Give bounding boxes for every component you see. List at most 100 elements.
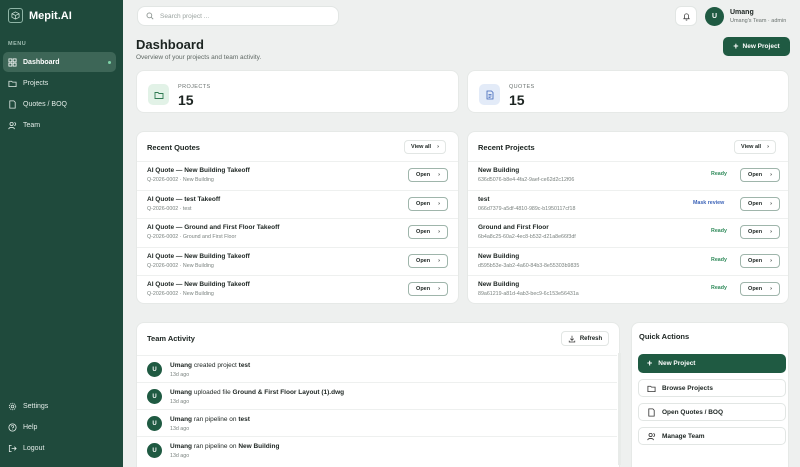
- open-label: Open: [416, 257, 431, 264]
- view-all-quotes-button[interactable]: View all ›: [404, 140, 446, 154]
- quick-open-quotes-button[interactable]: Open Quotes / BOQ: [638, 403, 786, 421]
- search-bar[interactable]: [137, 6, 339, 26]
- quotes-stat-card[interactable]: QUOTES 15: [467, 70, 789, 113]
- activity-time: 13d ago: [170, 372, 190, 378]
- activity-text: Umang uploaded file Ground & First Floor…: [170, 389, 345, 396]
- panel-title: Quick Actions: [639, 332, 690, 341]
- view-all-projects-button[interactable]: View all ›: [734, 140, 776, 154]
- quote-row[interactable]: AI Quote — test Takeoff Q-2026-0002 · te…: [137, 189, 458, 219]
- activity-item: U Umang uploaded file Ground & First Flo…: [137, 382, 617, 408]
- activity-scrollbar[interactable]: [618, 353, 621, 465]
- open-project-button[interactable]: Open ›: [740, 282, 780, 296]
- sidebar-item-label: Help: [23, 423, 38, 431]
- chevron-right-icon: ›: [438, 172, 440, 178]
- open-quote-button[interactable]: Open ›: [408, 196, 448, 211]
- activity-item: U Umang ran pipeline on test 13d ago: [137, 409, 617, 435]
- search-input[interactable]: [160, 12, 320, 20]
- quick-browse-projects-button[interactable]: Browse Projects: [638, 379, 786, 397]
- avatar: U: [147, 416, 162, 431]
- activity-text: Umang created project test: [170, 362, 251, 369]
- quick-manage-team-button[interactable]: Manage Team: [638, 427, 786, 445]
- project-title: Ground and First Floor: [478, 224, 549, 231]
- panel-title: Team Activity: [147, 334, 195, 343]
- open-label: Open: [748, 172, 763, 178]
- sidebar: Mepit.AI MENU Dashboard Projects Quotes …: [0, 0, 123, 467]
- plus-icon: +: [733, 41, 739, 51]
- open-quote-button[interactable]: Open ›: [408, 282, 448, 296]
- chevron-right-icon: ›: [767, 144, 769, 150]
- status-badge: Ready: [711, 228, 727, 234]
- stat-value: 15: [178, 92, 194, 108]
- document-icon: [9, 99, 16, 109]
- chevron-right-icon: ›: [438, 229, 440, 235]
- project-row[interactable]: Ground and First Floor 6b4a8c25-60a2-4ec…: [468, 218, 788, 247]
- chevron-right-icon: ›: [770, 257, 772, 264]
- quick-new-project-button[interactable]: + New Project: [638, 354, 786, 373]
- quote-row[interactable]: AI Quote — New Building Takeoff Q-2026-0…: [137, 275, 458, 304]
- quote-meta: Q-2026-0002 · New Building: [147, 291, 214, 297]
- project-row[interactable]: test 066d7379-a5df-4810-989c-b1950117cf1…: [468, 189, 788, 219]
- open-label: Open: [748, 200, 763, 207]
- folder-icon: [148, 84, 169, 105]
- brand[interactable]: Mepit.AI: [8, 8, 72, 23]
- status-badge: Ready: [711, 171, 727, 177]
- open-project-button[interactable]: Open ›: [740, 196, 780, 211]
- quick-actions-panel: Quick Actions + New Project Browse Proje…: [631, 322, 789, 467]
- project-title: New Building: [478, 167, 520, 174]
- refresh-button[interactable]: Refresh: [561, 331, 609, 346]
- projects-stat-card[interactable]: PROJECTS 15: [136, 70, 459, 113]
- stat-label: PROJECTS: [178, 84, 211, 90]
- sidebar-item-projects[interactable]: Projects: [3, 73, 116, 93]
- users-icon: [8, 121, 17, 129]
- project-title: New Building: [478, 252, 520, 260]
- open-project-button[interactable]: Open ›: [740, 225, 780, 239]
- open-quote-button[interactable]: Open ›: [408, 253, 448, 268]
- open-quote-button[interactable]: Open ›: [408, 225, 448, 239]
- stat-label: QUOTES: [509, 84, 535, 90]
- active-indicator: [108, 60, 111, 64]
- download-icon: [568, 335, 575, 342]
- main-nav: Dashboard Projects Quotes / BOQ Team: [3, 52, 116, 135]
- project-row[interactable]: New Building 636d5076-b8e4-4fa2-9aef-ce6…: [468, 161, 788, 190]
- sidebar-item-label: Quotes / BOQ: [23, 100, 67, 108]
- open-label: Open: [748, 229, 763, 235]
- avatar: U: [147, 389, 162, 404]
- document-icon: [479, 84, 500, 105]
- quote-row[interactable]: AI Quote — New Building Takeoff Q-2026-0…: [137, 246, 458, 276]
- chevron-right-icon: ›: [770, 172, 772, 178]
- sidebar-item-dashboard[interactable]: Dashboard: [3, 52, 116, 72]
- menu-label: MENU: [8, 41, 27, 47]
- open-quote-button[interactable]: Open ›: [408, 168, 448, 182]
- team-activity-panel: Team Activity Refresh U Umang created pr…: [136, 322, 621, 467]
- quick-action-label: Open Quotes / BOQ: [662, 408, 724, 416]
- stat-value: 15: [509, 92, 525, 108]
- quote-title: AI Quote — New Building Takeoff: [147, 167, 250, 174]
- new-project-button[interactable]: + New Project: [723, 37, 790, 56]
- sidebar-item-settings[interactable]: Settings: [3, 396, 116, 416]
- sidebar-item-label: Settings: [23, 402, 49, 410]
- sidebar-item-label: Dashboard: [23, 58, 60, 66]
- quote-row[interactable]: AI Quote — New Building Takeoff Q-2026-0…: [137, 161, 458, 190]
- project-row[interactable]: New Building 89a61219-a81d-4ab3-bec9-6c1…: [468, 275, 788, 304]
- quote-row[interactable]: AI Quote — Ground and First Floor Takeof…: [137, 218, 458, 247]
- project-id: 636d5076-b8e4-4fa2-9aef-ce62d2c12f06: [478, 177, 575, 183]
- sidebar-item-logout[interactable]: Logout: [3, 438, 116, 458]
- chevron-right-icon: ›: [438, 286, 440, 292]
- gear-icon: [8, 402, 17, 410]
- notifications-button[interactable]: [675, 6, 697, 26]
- sidebar-item-quotes[interactable]: Quotes / BOQ: [3, 94, 116, 114]
- open-label: Open: [416, 200, 431, 207]
- user-avatar[interactable]: U: [705, 7, 724, 26]
- sidebar-item-help[interactable]: Help: [3, 417, 116, 437]
- project-row[interactable]: New Building d595b53e-3ab2-4a60-84b3-8e5…: [468, 246, 788, 276]
- document-icon: [648, 407, 655, 417]
- project-title: test: [478, 195, 490, 203]
- sidebar-item-team[interactable]: Team: [3, 115, 116, 135]
- open-project-button[interactable]: Open ›: [740, 168, 780, 182]
- users-icon: [647, 432, 656, 440]
- page-title: Dashboard: [136, 37, 204, 52]
- chevron-right-icon: ›: [770, 200, 772, 207]
- open-project-button[interactable]: Open ›: [740, 253, 780, 268]
- open-label: Open: [416, 172, 431, 178]
- recent-projects-panel: Recent Projects View all › New Building …: [467, 131, 789, 304]
